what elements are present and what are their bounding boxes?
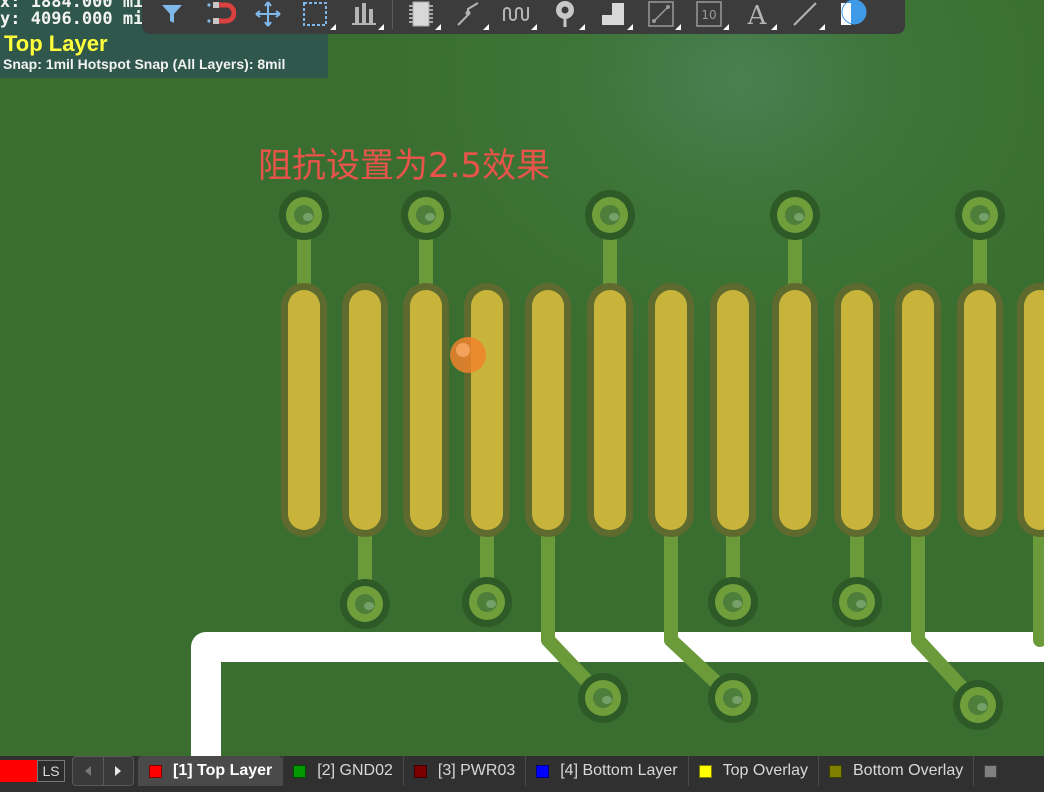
component-icon [409,1,433,27]
cursor-highlight [456,343,470,357]
route-icon [457,2,479,26]
layer-tab-label: Bottom Overlay [853,762,964,779]
annotation-text: 阻抗设置为2.5效果 [258,146,551,186]
place-line-button[interactable] [781,0,829,32]
route-button[interactable] [445,0,493,32]
hud-y-value: 4096.000 mil [30,9,154,29]
via-highlight [602,696,612,704]
layer-prev-button[interactable] [73,757,103,785]
hud-current-layer: Top Layer [4,31,108,56]
interactive-routing-magnet-icon [207,2,236,24]
via-highlight [977,703,987,711]
layer-tab-label: [1] Top Layer [173,762,273,779]
layer-tab-label: Top Overlay [722,762,808,779]
string-10-icon: 10 [696,1,722,27]
layer-tabs: [1] Top Layer [2] GND02 [3] PWR03 [4] Botto… [138,756,1018,786]
layer-tab-label: [4] Bottom Layer [560,762,678,779]
layer-tab[interactable]: [3] PWR03 [402,756,525,786]
line-icon [793,2,817,26]
move-button[interactable] [244,0,292,32]
active-bar-toolbar: 10 A [142,0,905,34]
smd-pad [349,290,381,530]
pcb-canvas[interactable] [0,0,1044,756]
via-highlight [425,213,435,221]
cursor-marker [450,337,486,373]
place-via-button[interactable] [541,0,589,32]
hud-y-label: y: [0,9,21,29]
smd-pad [779,290,811,530]
via-highlight [856,600,866,608]
layer-tab[interactable]: [4] Bottom Layer [525,756,687,786]
via-highlight [609,213,619,221]
interactive-routing-magnet-button[interactable] [196,0,244,32]
layer-color-swatch [698,764,712,778]
smd-pad [717,290,749,530]
smd-pad [594,290,626,530]
pcb-board[interactable] [0,0,1044,756]
via-highlight [486,600,496,608]
layer-tab[interactable]: [1] Top Layer [138,756,283,786]
chevron-left-icon [84,766,91,776]
layer-tab[interactable]: [2] GND02 [282,756,403,786]
smd-pad [471,290,503,530]
current-layer-color[interactable] [0,760,37,782]
color-pick-button[interactable] [829,0,877,32]
filter-button[interactable] [148,0,196,32]
smd-pad [902,290,934,530]
polygon-fill-button[interactable] [589,0,637,32]
select-button[interactable] [292,0,340,32]
dimension-button[interactable] [637,0,685,32]
smd-pad [532,290,564,530]
place-component-button[interactable] [397,0,445,32]
dimension-icon [648,1,674,27]
via-highlight [364,602,374,610]
toolbar-separator [392,0,393,29]
layer-tab-label: [3] PWR03 [437,762,516,779]
via-highlight [732,696,742,704]
length-tuning-button[interactable] [493,0,541,32]
layer-nav [72,756,134,786]
layer-color-swatch [536,764,550,778]
layer-tab[interactable] [973,756,1018,786]
layer-color-swatch [829,764,842,778]
layer-tab[interactable]: Bottom Overlay [818,756,973,786]
place-text-button[interactable]: A [733,0,781,32]
hud-y-coordinate: y: 4096.000 mil [0,9,154,29]
layer-color-swatch [149,764,162,778]
place-string-button[interactable]: 10 [685,0,733,32]
via-icon [556,1,574,27]
layer-color-swatch [293,764,307,778]
layer-next-button[interactable] [102,757,134,785]
selection-rect-icon [303,2,327,26]
layer-color-swatch [984,764,998,778]
smd-pad [410,290,442,530]
via-highlight [794,213,804,221]
align-button[interactable] [340,0,388,32]
polygon-fill-icon [602,3,624,25]
smd-pad [1024,290,1044,530]
layer-tab[interactable]: Top Overlay [687,756,818,786]
smd-pad [655,290,687,530]
length-tuning-icon [503,7,529,21]
layer-tab-label: [2] GND02 [317,762,393,779]
dimension-text: 10 [701,8,716,22]
smd-pad [288,290,320,530]
smd-pad [964,290,996,530]
via-highlight [303,213,313,221]
layer-tab-bar: LS [1] Top Layer [2] GND02 [3] PWR03 [4] Bo… [0,756,1044,792]
smd-pad [841,290,873,530]
align-icon [352,3,376,25]
layer-color-swatch [413,764,427,778]
color-pick-icon [841,0,867,25]
via-highlight [979,213,989,221]
chevron-right-icon [115,766,122,776]
move-cross-icon [255,1,281,27]
via-highlight [732,600,742,608]
layer-sets-button[interactable]: LS [37,760,65,782]
text-icon: A [747,1,768,29]
text-tool-glyph: A [747,1,768,29]
hud-snap-info: Snap: 1mil Hotspot Snap (All Layers): 8m… [3,56,286,72]
filter-icon [162,5,182,23]
